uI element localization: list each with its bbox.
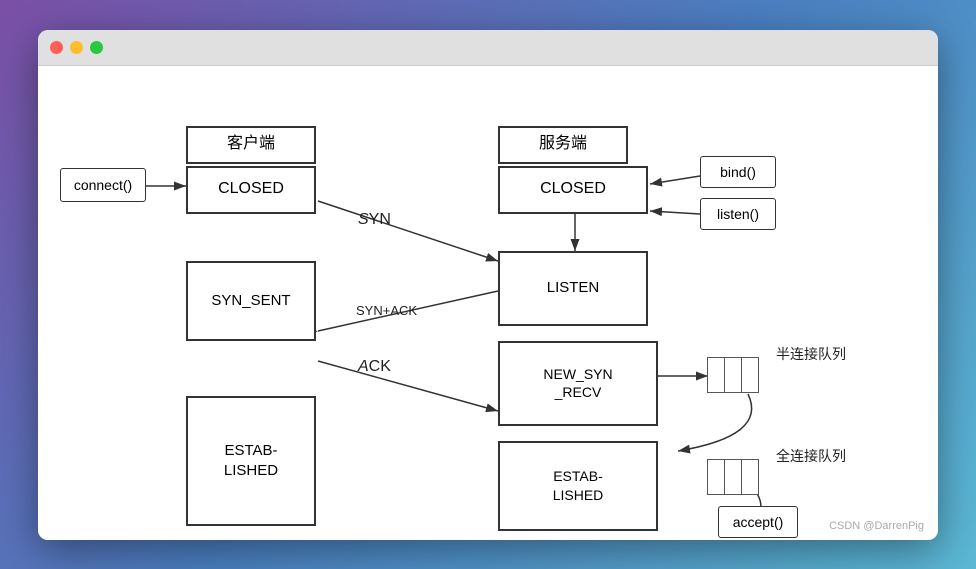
listen-button-box: listen()	[700, 198, 776, 230]
ack-label: ACK	[358, 358, 391, 376]
server-established-box: ESTAB-LISHED	[498, 441, 658, 531]
connect-button-box: connect()	[60, 168, 146, 202]
bind-button-box: bind()	[700, 156, 776, 188]
maximize-dot	[90, 41, 103, 54]
window: 客户端 服务端 CLOSED SYN_SENT ESTAB-LISHED CLO…	[38, 30, 938, 540]
minimize-dot	[70, 41, 83, 54]
server-closed-box: CLOSED	[498, 166, 648, 214]
full-queue-label: 全连接队列	[776, 446, 846, 466]
queue-cell-5	[724, 459, 742, 495]
queue-cell-2	[724, 357, 742, 393]
titlebar	[38, 30, 938, 66]
diagram-content: 客户端 服务端 CLOSED SYN_SENT ESTAB-LISHED CLO…	[38, 66, 938, 540]
half-queue-label: 半连接队列	[776, 344, 846, 364]
client-syn-sent-box: SYN_SENT	[186, 261, 316, 341]
syn-label: SYN	[358, 211, 391, 229]
close-dot	[50, 41, 63, 54]
server-listen-box: LISTEN	[498, 251, 648, 326]
syn-ack-label: SYN+ACK	[356, 303, 417, 318]
queue-cell-3	[741, 357, 759, 393]
client-header-box: 客户端	[186, 126, 316, 164]
arrows-svg	[38, 66, 938, 540]
server-new-syn-recv-box: NEW_SYN_RECV	[498, 341, 658, 426]
client-closed-box: CLOSED	[186, 166, 316, 214]
full-queue-visual	[708, 459, 759, 495]
accept-button-box: accept()	[718, 506, 798, 538]
half-queue-visual	[708, 357, 759, 393]
watermark: CSDN @DarrenPig	[829, 520, 924, 532]
client-established-box: ESTAB-LISHED	[186, 396, 316, 526]
queue-cell-4	[707, 459, 725, 495]
queue-cell-1	[707, 357, 725, 393]
queue-cell-6	[741, 459, 759, 495]
server-header-box: 服务端	[498, 126, 628, 164]
